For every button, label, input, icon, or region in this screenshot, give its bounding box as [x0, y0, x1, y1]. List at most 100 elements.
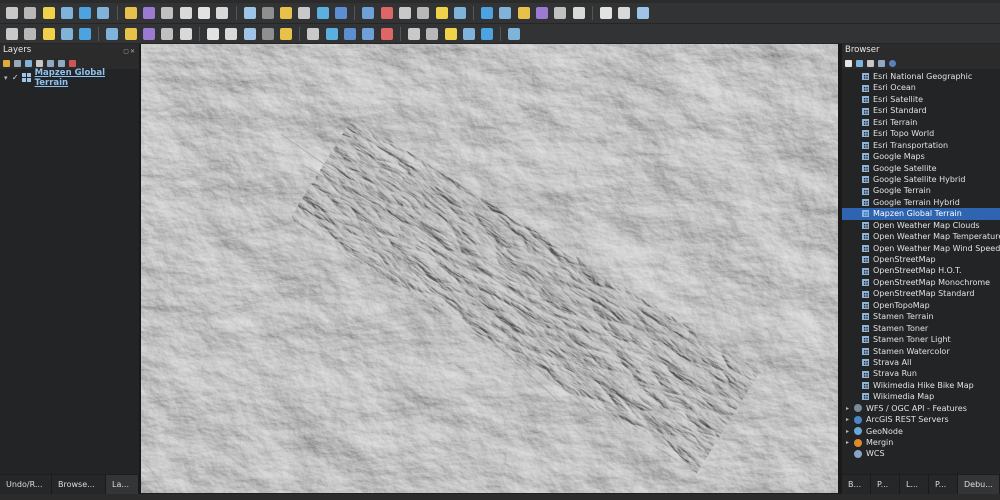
- refresh-button[interactable]: [397, 5, 413, 21]
- browser-item[interactable]: Esri Standard: [842, 105, 1000, 116]
- label-change-button[interactable]: [278, 26, 294, 42]
- browser-item[interactable]: Wikimedia Map: [842, 391, 1000, 402]
- browser-item[interactable]: Stamen Watercolor: [842, 346, 1000, 357]
- processing-button[interactable]: [424, 26, 440, 42]
- expand-arrow-icon[interactable]: ▸: [846, 403, 854, 414]
- redo-button[interactable]: [178, 26, 194, 42]
- browser-item[interactable]: Stamen Terrain: [842, 311, 1000, 322]
- label-move-button[interactable]: [242, 26, 258, 42]
- pan-to-selection-button[interactable]: [141, 5, 157, 21]
- attribute-table-button[interactable]: [497, 5, 513, 21]
- zoom-native-button[interactable]: [260, 5, 276, 21]
- help-button[interactable]: [506, 26, 522, 42]
- dock-tab[interactable]: Browse...: [52, 475, 106, 494]
- open-project-button[interactable]: [22, 5, 38, 21]
- map-canvas[interactable]: [141, 44, 838, 493]
- measure-button[interactable]: [534, 5, 550, 21]
- diagram-button[interactable]: [305, 26, 321, 42]
- browser-item[interactable]: OpenStreetMap Monochrome: [842, 277, 1000, 288]
- panel-float-close-icons[interactable]: ▢✕: [123, 46, 136, 58]
- browser-item[interactable]: Esri Ocean: [842, 82, 1000, 93]
- new-map-view-button[interactable]: [315, 5, 331, 21]
- bookmarks-button[interactable]: [360, 5, 376, 21]
- browser-item[interactable]: Google Maps: [842, 151, 1000, 162]
- zoom-last-button[interactable]: [278, 5, 294, 21]
- browser-item[interactable]: Esri National Geographic: [842, 71, 1000, 82]
- expand-arrow-icon[interactable]: ▾: [4, 74, 12, 82]
- browser-item[interactable]: OpenStreetMap H.O.T.: [842, 265, 1000, 276]
- dock-tab[interactable]: P...: [929, 475, 958, 494]
- browser-group[interactable]: ▸ WFS / OGC API - Features: [842, 403, 1000, 414]
- collapse-icon[interactable]: [878, 59, 885, 67]
- info-icon[interactable]: [889, 59, 896, 67]
- add-feature-button[interactable]: [41, 26, 57, 42]
- dock-tab[interactable]: La...: [106, 475, 139, 494]
- copy-button[interactable]: [123, 26, 139, 42]
- dock-tab[interactable]: L...: [900, 475, 929, 494]
- browser-group[interactable]: WCS: [842, 448, 1000, 459]
- label-rotate-button[interactable]: [260, 26, 276, 42]
- zoom-full-button[interactable]: [196, 5, 212, 21]
- browser-item[interactable]: Google Terrain: [842, 185, 1000, 196]
- statistics-button[interactable]: [516, 5, 532, 21]
- save-edits-button[interactable]: [22, 26, 38, 42]
- browser-item[interactable]: Google Terrain Hybrid: [842, 197, 1000, 208]
- expand-arrow-icon[interactable]: ▸: [846, 414, 854, 425]
- browser-item[interactable]: Esri Terrain: [842, 117, 1000, 128]
- cut-button[interactable]: [104, 26, 120, 42]
- browser-item[interactable]: Google Satellite Hybrid: [842, 174, 1000, 185]
- python-console-button[interactable]: [443, 26, 459, 42]
- browser-item[interactable]: Strava All: [842, 357, 1000, 368]
- zoom-selection-button[interactable]: [214, 5, 230, 21]
- collapse-icon[interactable]: [58, 59, 65, 67]
- avoid-button[interactable]: [360, 26, 376, 42]
- expand-arrow-icon[interactable]: ▸: [846, 437, 854, 448]
- paste-button[interactable]: [141, 26, 157, 42]
- grass-button[interactable]: [479, 26, 495, 42]
- browser-item[interactable]: Strava Run: [842, 368, 1000, 379]
- refresh-icon[interactable]: [856, 59, 863, 67]
- browser-item[interactable]: OpenTopoMap: [842, 300, 1000, 311]
- browser-item[interactable]: OpenStreetMap Standard: [842, 288, 1000, 299]
- layer-name[interactable]: Mapzen Global Terrain: [35, 68, 139, 88]
- digitize-button[interactable]: [616, 5, 632, 21]
- browser-item[interactable]: Open Weather Map Temperature: [842, 231, 1000, 242]
- expand-icon[interactable]: [47, 59, 54, 67]
- text-annotation-button[interactable]: [598, 5, 614, 21]
- browser-item[interactable]: Mapzen Global Terrain: [842, 208, 1000, 220]
- dock-tab[interactable]: P...: [871, 475, 900, 494]
- dock-tab[interactable]: Debu...: [958, 475, 1000, 494]
- annotation-button[interactable]: [571, 5, 587, 21]
- filter-icon[interactable]: [36, 59, 43, 67]
- zoom-in-button[interactable]: [159, 5, 175, 21]
- save-project-button[interactable]: [41, 5, 57, 21]
- field-calc-button[interactable]: [479, 5, 495, 21]
- browser-group[interactable]: ▸ GeoNode: [842, 426, 1000, 437]
- add-layer-icon[interactable]: [845, 59, 852, 67]
- browser-item[interactable]: Esri Transportation: [842, 140, 1000, 151]
- identify-button[interactable]: [415, 5, 431, 21]
- new-3d-view-button[interactable]: [333, 5, 349, 21]
- filter-icon[interactable]: [867, 59, 874, 67]
- undo-button[interactable]: [159, 26, 175, 42]
- layout-manager-button[interactable]: [95, 5, 111, 21]
- browser-group[interactable]: ▸ Mergin: [842, 437, 1000, 448]
- browser-item[interactable]: OpenStreetMap: [842, 254, 1000, 265]
- actions-button[interactable]: [434, 5, 450, 21]
- select-features-button[interactable]: [452, 5, 468, 21]
- zoom-layer-button[interactable]: [242, 5, 258, 21]
- visibility-icon[interactable]: [25, 59, 32, 67]
- zoom-next-button[interactable]: [296, 5, 312, 21]
- browser-item[interactable]: Open Weather Map Wind Speed: [842, 243, 1000, 254]
- style-icon[interactable]: [3, 59, 10, 67]
- label-show-button[interactable]: [223, 26, 239, 42]
- delete-button[interactable]: [77, 26, 93, 42]
- pan-button[interactable]: [123, 5, 139, 21]
- print-layout-button[interactable]: [77, 5, 93, 21]
- layer-visibility-checkbox[interactable]: ✓: [12, 73, 22, 82]
- remove-layer-icon[interactable]: [69, 59, 76, 67]
- style-manager-button[interactable]: [406, 26, 422, 42]
- snap-button[interactable]: [324, 26, 340, 42]
- dock-tab[interactable]: B...: [842, 475, 871, 494]
- expand-arrow-icon[interactable]: ▸: [846, 426, 854, 437]
